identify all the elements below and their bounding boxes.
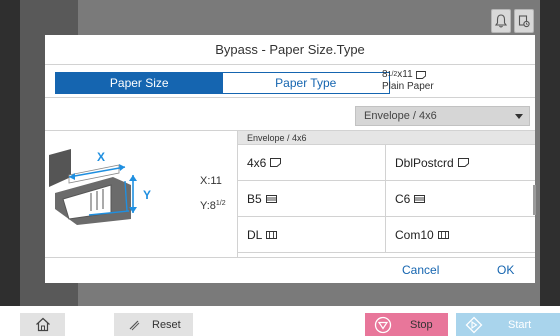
x-dimension-value: X:11 (200, 175, 222, 187)
reset-label: Reset (152, 318, 181, 331)
envelope-landscape-icon (265, 194, 277, 203)
status-icons (491, 9, 534, 33)
list-row: 4x6 DblPostcrd (238, 145, 535, 181)
start-icon (465, 316, 483, 333)
portrait-paper-icon (457, 158, 469, 167)
reset-button[interactable]: Reset (114, 313, 193, 336)
envelope-portrait-icon (266, 230, 278, 239)
list-item[interactable]: Com10 (385, 217, 532, 252)
paper-size-dialog: Bypass - Paper Size.Type Paper Size Pape… (45, 35, 536, 283)
bell-icon[interactable] (491, 9, 511, 33)
divider (45, 97, 535, 98)
illustration-y-label: Y (143, 188, 151, 202)
list-item[interactable]: 4x6 (238, 145, 385, 180)
list-item[interactable]: B5 (238, 181, 385, 216)
current-paper-info: 81/2x11 Plain Paper (382, 69, 434, 93)
divider (45, 257, 535, 258)
home-button[interactable] (20, 313, 65, 336)
hardware-button-bar: Reset Stop Start (0, 306, 560, 336)
tab-paper-size[interactable]: Paper Size (56, 73, 223, 93)
ok-button[interactable]: OK (497, 263, 514, 277)
tab-paper-type[interactable]: Paper Type (222, 73, 389, 93)
list-item[interactable]: C6 (385, 181, 532, 216)
job-status-icon[interactable] (514, 9, 534, 33)
envelope-portrait-icon (437, 230, 449, 239)
illustration-x-label: X (97, 150, 105, 164)
portrait-paper-icon (270, 158, 282, 167)
home-icon (35, 317, 50, 332)
cancel-button[interactable]: Cancel (402, 263, 439, 277)
stop-label: Stop (410, 318, 433, 331)
list-item[interactable]: DblPostcrd (385, 145, 532, 180)
envelope-landscape-icon (414, 194, 426, 203)
list-header: Envelope / 4x6 (238, 131, 535, 145)
chevron-down-icon (515, 114, 523, 119)
bypass-tray-illustration: X Y (49, 147, 169, 227)
paper-size-list: Envelope / 4x6 4x6 DblPostcrd B5 C6 DL C… (237, 131, 535, 257)
list-row: B5 C6 (238, 181, 535, 217)
stop-button[interactable]: Stop (365, 313, 448, 336)
paper-category-dropdown[interactable]: Envelope / 4x6 (355, 106, 530, 126)
list-row: DL Com10 (238, 217, 535, 253)
stop-icon (374, 316, 392, 333)
list-item[interactable]: DL (238, 217, 385, 252)
tab-group: Paper Size Paper Type (55, 72, 390, 94)
start-label: Start (508, 318, 532, 331)
reset-icon (129, 320, 140, 330)
y-dimension-value: Y:81/2 (200, 200, 226, 212)
current-size-label: 81/2x11 (382, 69, 413, 80)
dialog-title: Bypass - Paper Size.Type (45, 35, 535, 65)
start-button[interactable]: Start (456, 313, 560, 336)
dropdown-value: Envelope / 4x6 (364, 110, 437, 122)
list-scrollbar[interactable] (533, 185, 536, 215)
portrait-paper-icon (415, 71, 426, 79)
current-type-label: Plain Paper (382, 81, 434, 92)
